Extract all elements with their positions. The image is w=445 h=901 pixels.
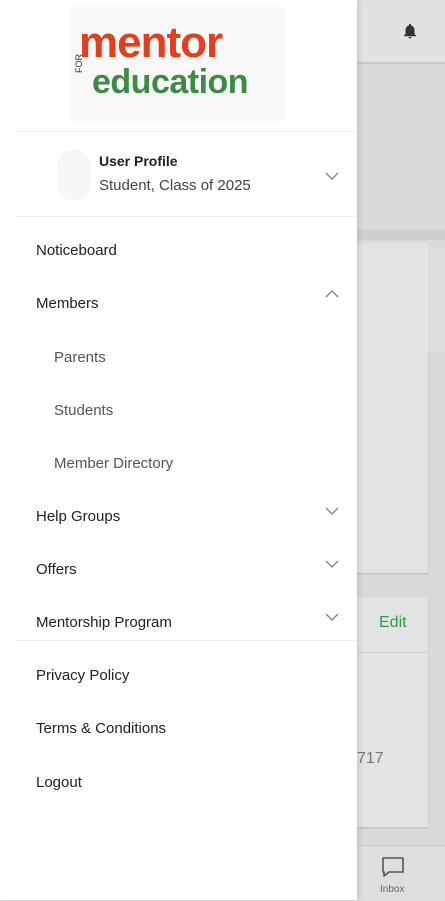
menu-item-students[interactable]: Students <box>0 386 357 436</box>
menu-item-label: Logout <box>36 774 82 791</box>
menu-item-privacy-policy[interactable]: Privacy Policy <box>0 651 357 701</box>
chevron-up-icon[interactable] <box>325 290 339 298</box>
menu-item-terms-conditions[interactable]: Terms & Conditions <box>0 704 357 754</box>
menu-item-help-groups[interactable]: Help Groups <box>0 492 357 542</box>
partial-number-text: 717 <box>357 750 384 767</box>
menu-item-label: Noticeboard <box>36 242 117 259</box>
menu-item-member-directory[interactable]: Member Directory <box>0 439 357 489</box>
logo-education-text: education <box>92 63 249 101</box>
menu-item-logout[interactable]: Logout <box>0 758 357 808</box>
user-profile-header[interactable]: User Profile Student, Class of 2025 <box>0 132 357 216</box>
menu-item-label: Mentorship Program <box>36 614 172 631</box>
profile-name: User Profile <box>99 153 178 169</box>
submenu-item-label: Parents <box>54 349 106 366</box>
profile-subtitle: Student, Class of 2025 <box>99 177 251 194</box>
chevron-down-icon[interactable] <box>325 507 339 515</box>
menu-item-label: Help Groups <box>36 508 121 525</box>
menu-item-label: Terms & Conditions <box>36 720 167 737</box>
menu-item-offers[interactable]: Offers <box>0 545 357 595</box>
bell-icon[interactable] <box>401 22 419 40</box>
menu-item-noticeboard[interactable]: Noticeboard <box>0 226 357 276</box>
menu-item-parents[interactable]: Parents <box>0 333 357 383</box>
menu-item-label: Offers <box>36 561 77 578</box>
logo-mentor-text: mentor <box>79 18 223 67</box>
chevron-down-icon[interactable] <box>325 613 339 621</box>
edit-link[interactable]: Edit <box>379 614 407 632</box>
chevron-down-icon[interactable] <box>325 560 339 568</box>
submenu-item-label: Students <box>54 402 114 419</box>
menu-item-label: Privacy Policy <box>36 667 130 684</box>
menu-item-members[interactable]: Members <box>0 279 357 329</box>
submenu-item-label: Member Directory <box>54 455 174 472</box>
avatar <box>57 149 91 201</box>
logo-for-text: FOR <box>74 54 84 73</box>
inbox-icon[interactable] <box>381 856 405 878</box>
navigation-drawer: mentor FOR education User Profile Studen… <box>0 0 357 900</box>
divider <box>16 640 357 641</box>
menu-item-label: Members <box>36 295 99 312</box>
background-card-edge <box>428 243 445 353</box>
chevron-down-icon[interactable] <box>325 172 339 180</box>
inbox-tab-label[interactable]: Inbox <box>380 884 404 895</box>
app-logo: mentor FOR education <box>71 7 285 121</box>
divider <box>16 216 357 217</box>
